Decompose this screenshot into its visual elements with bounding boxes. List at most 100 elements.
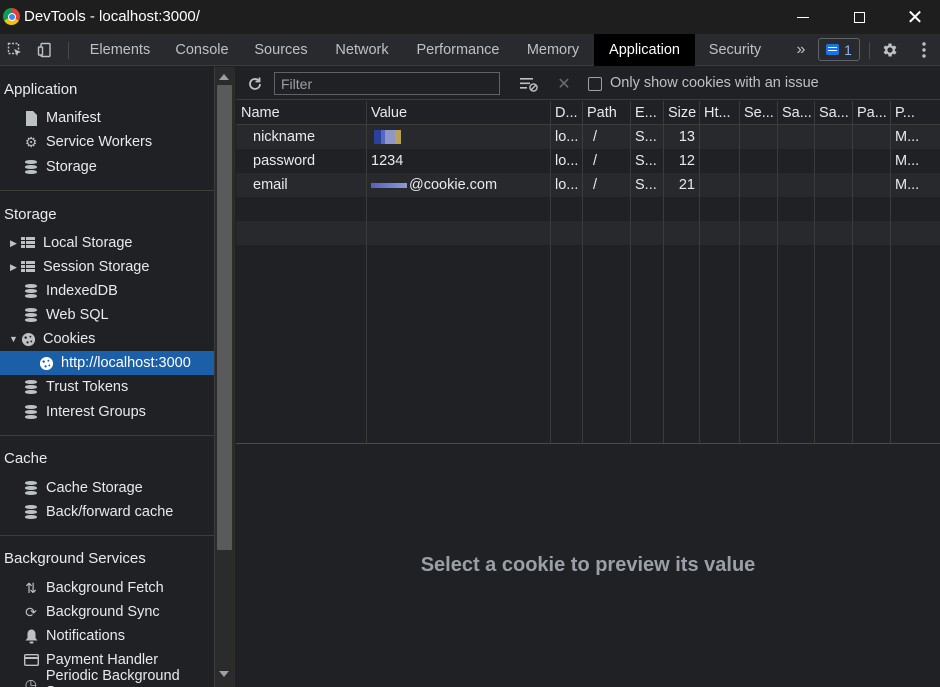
- section-storage: Storage: [4, 206, 57, 223]
- document-icon: [23, 110, 39, 126]
- sidebar-item-back-forward-cache[interactable]: Back/forward cache: [0, 500, 214, 524]
- device-toolbar-button[interactable]: [34, 34, 56, 66]
- column-header-expires[interactable]: E...: [630, 101, 663, 125]
- chevron-right-icon[interactable]: ▶: [9, 262, 18, 273]
- column-header-path[interactable]: Path: [582, 101, 630, 125]
- tab-console[interactable]: Console: [164, 34, 240, 66]
- sidebar-item-indexeddb[interactable]: IndexedDB: [0, 279, 214, 303]
- sidebar-item-label: Periodic Background Sync: [45, 668, 180, 687]
- inspect-icon: [7, 42, 21, 56]
- toolbar-divider: [68, 42, 69, 59]
- tab-performance[interactable]: Performance: [406, 34, 510, 66]
- sidebar-item-cookies-localhost[interactable]: http://localhost:3000: [0, 351, 214, 375]
- column-divider[interactable]: [699, 101, 700, 443]
- column-header-name[interactable]: Name: [236, 101, 366, 125]
- sidebar-item-background-sync[interactable]: ⟳ Background Sync: [0, 600, 214, 624]
- chevron-right-icon[interactable]: ▶: [9, 238, 18, 249]
- tab-sources[interactable]: Sources: [244, 34, 318, 66]
- filter-input[interactable]: [274, 72, 500, 95]
- sync-icon: ⟳: [25, 603, 37, 620]
- sidebar-item-trust-tokens[interactable]: Trust Tokens: [0, 375, 214, 399]
- sidebar-item-label: Back/forward cache: [46, 504, 174, 520]
- issues-count: 1: [844, 41, 852, 58]
- cookie-path: /: [593, 129, 598, 145]
- column-header-size[interactable]: Size: [663, 101, 699, 125]
- sidebar-item-cookies[interactable]: ▼ Cookies: [0, 327, 214, 351]
- column-header-samesite[interactable]: Sa...: [777, 101, 814, 125]
- column-divider[interactable]: [777, 101, 778, 443]
- column-header-partition-key[interactable]: Pa...: [852, 101, 890, 125]
- more-tabs-button[interactable]: »: [790, 34, 812, 66]
- cookie-preview-placeholder: Select a cookie to preview its value: [420, 554, 756, 576]
- scroll-up-arrow-icon[interactable]: [219, 74, 229, 80]
- column-divider[interactable]: [630, 101, 631, 443]
- sidebar-item-local-storage[interactable]: ▶ Local Storage: [0, 231, 214, 255]
- column-divider[interactable]: [852, 101, 853, 443]
- cookie-expires: S...: [635, 129, 657, 145]
- scroll-down-arrow-icon[interactable]: [219, 671, 229, 677]
- sidebar-item-label: Web SQL: [46, 307, 109, 323]
- title-bar: DevTools - localhost:3000/ ✕: [0, 0, 940, 34]
- kebab-menu-icon: [922, 42, 926, 58]
- section-application: Application: [4, 81, 78, 98]
- sidebar-item-label: Cookies: [43, 331, 96, 347]
- column-divider[interactable]: [814, 101, 815, 443]
- sidebar-item-web-sql[interactable]: Web SQL: [0, 303, 214, 327]
- sidebar-item-periodic-background-sync[interactable]: ◷ Periodic Background Sync: [0, 668, 214, 687]
- database-icon: [23, 159, 39, 175]
- chevron-down-icon[interactable]: ▼: [9, 334, 18, 344]
- more-options-button[interactable]: [914, 34, 934, 66]
- tab-memory[interactable]: Memory: [514, 34, 592, 66]
- devtools-tab-bar: Elements Console Sources Network Perform…: [0, 34, 940, 66]
- column-header-domain[interactable]: D...: [550, 101, 582, 125]
- close-icon: ✕: [906, 6, 924, 29]
- column-header-value[interactable]: Value: [366, 101, 550, 125]
- sidebar-item-notifications[interactable]: Notifications: [0, 624, 214, 648]
- redacted-value: [371, 130, 411, 145]
- inspect-element-button[interactable]: [4, 34, 26, 66]
- maximize-button[interactable]: [836, 0, 882, 34]
- section-background-services: Background Services: [4, 550, 146, 567]
- close-button[interactable]: ✕: [892, 0, 938, 34]
- delete-selected-button[interactable]: ✕: [554, 67, 574, 100]
- tab-network[interactable]: Network: [322, 34, 402, 66]
- cookie-path: /: [593, 153, 598, 169]
- column-header-httponly[interactable]: Ht...: [699, 101, 739, 125]
- clear-filtered-cookies-button[interactable]: [518, 67, 540, 100]
- column-divider[interactable]: [739, 101, 740, 443]
- clear-filter-icon: [520, 77, 538, 92]
- only-issues-checkbox[interactable]: [588, 77, 602, 91]
- column-header-sameparty[interactable]: Sa...: [814, 101, 852, 125]
- refresh-button[interactable]: [244, 67, 266, 100]
- database-icon: [23, 504, 39, 520]
- settings-button[interactable]: [879, 34, 901, 66]
- column-divider[interactable]: [890, 101, 891, 443]
- tab-security[interactable]: Security: [699, 34, 771, 66]
- sidebar-item-background-fetch[interactable]: ⇅ Background Fetch: [0, 576, 214, 600]
- up-down-arrows-icon: ⇅: [25, 579, 37, 596]
- cookie-name: email: [253, 177, 288, 193]
- database-icon: [23, 379, 39, 395]
- minimize-button[interactable]: [780, 0, 826, 34]
- cookie-path: /: [593, 177, 598, 193]
- column-header-priority[interactable]: P...: [890, 101, 940, 125]
- tab-application[interactable]: Application: [594, 34, 695, 66]
- column-header-secure[interactable]: Se...: [739, 101, 777, 125]
- sidebar-item-session-storage[interactable]: ▶ Session Storage: [0, 255, 214, 279]
- sidebar-scrollbar-thumb[interactable]: [217, 85, 232, 550]
- sidebar-item-service-workers[interactable]: ⚙ Service Workers: [0, 130, 214, 154]
- sidebar-item-cache-storage[interactable]: Cache Storage: [0, 476, 214, 500]
- tab-elements[interactable]: Elements: [80, 34, 160, 66]
- maximize-icon: [853, 11, 865, 23]
- cookie-priority: M...: [895, 153, 920, 169]
- sidebar-item-storage[interactable]: Storage: [0, 155, 214, 179]
- sidebar-item-manifest[interactable]: Manifest: [0, 106, 214, 130]
- column-divider[interactable]: [582, 101, 583, 443]
- cookie-value: [371, 125, 546, 149]
- sidebar-item-interest-groups[interactable]: Interest Groups: [0, 400, 214, 424]
- column-divider[interactable]: [366, 101, 367, 443]
- issues-button[interactable]: 1: [818, 38, 860, 61]
- sidebar-item-label: Payment Handler: [46, 652, 159, 668]
- column-divider[interactable]: [550, 101, 551, 443]
- table-row: [236, 197, 940, 221]
